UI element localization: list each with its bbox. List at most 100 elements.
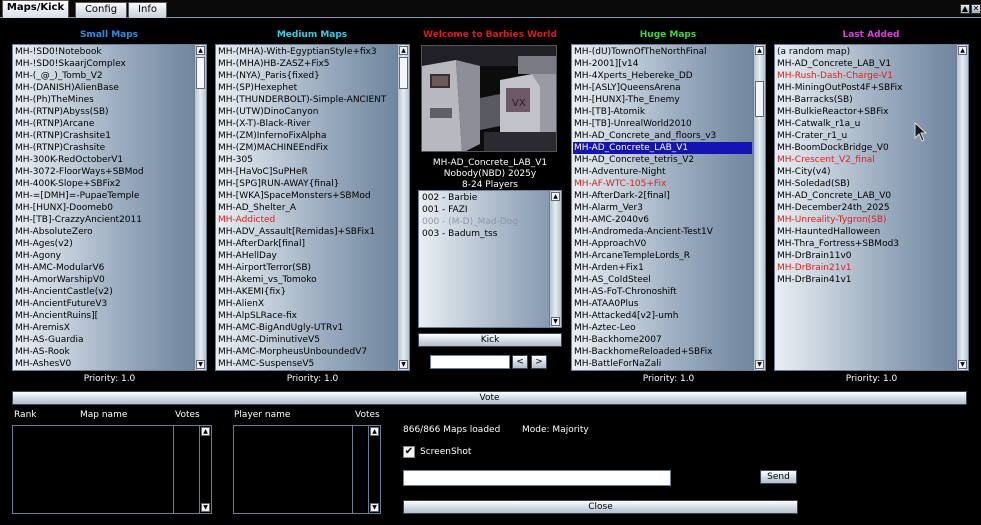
map-list-item[interactable]: MH-2001][v14 [573, 58, 752, 70]
map-list-item[interactable]: MH-AfterDark[final] [217, 238, 396, 250]
map-list-item[interactable]: MH-BackhomeReloaded+SBFix [573, 346, 752, 358]
kick-button[interactable]: Kick [418, 333, 562, 347]
close-button[interactable]: Close [403, 500, 798, 514]
map-list-item[interactable]: MH-[HUNX]-Doomeb0 [14, 202, 193, 214]
scroll-up-icon[interactable]: ▲ [370, 427, 379, 436]
map-list-item[interactable]: MH-=[DMH]=-PupaeTemple [14, 190, 193, 202]
map-list-item[interactable]: MH-AMC-ModularV6 [14, 262, 193, 274]
map-list-item[interactable]: MH-[WKA]SpaceMonsters+SBMod [217, 190, 396, 202]
scroll-up-icon[interactable]: ▲ [196, 46, 205, 55]
scroll-down-icon[interactable]: ▼ [196, 360, 205, 369]
huge-maps-scrollbar[interactable]: ▲ ▼ [753, 45, 765, 370]
scroll-down-icon[interactable]: ▼ [399, 360, 408, 369]
map-list-item[interactable]: MH-DrBrain11v0 [776, 250, 955, 262]
map-list-item[interactable]: MH-[TB]-Atomik [573, 106, 752, 118]
map-list-item[interactable]: MH-Akemi_vs_Tomoko [217, 274, 396, 286]
map-list-item[interactable]: MH-AD_Concrete_LAB_V1 [776, 58, 955, 70]
map-list-item[interactable]: MH-BulkieReactor+SBFix [776, 106, 955, 118]
map-list-item[interactable]: MH-(THUNDERBOLT)-Simple-ANCIENT [217, 94, 396, 106]
scroll-up-icon[interactable]: ▲ [201, 427, 210, 436]
map-list-item[interactable]: MH-Catwalk_r1a_u [776, 118, 955, 130]
map-list-item[interactable]: MH-(Ph)TheMines [14, 94, 193, 106]
map-list-item[interactable]: MH-AirportTerror(SB) [217, 262, 396, 274]
map-list-item[interactable]: MH-City(v4) [776, 166, 955, 178]
small-maps-list[interactable]: MH-!SD0!Notebook MH-!SD0!SkaarjComplex MH-… [12, 44, 207, 371]
map-list-item[interactable]: MH-AD_Concrete_LAB_V1 [573, 142, 752, 154]
player-filter-input[interactable] [430, 355, 510, 369]
map-list-item[interactable]: MH-(ZM)MACHINEEndFix [217, 142, 396, 154]
map-list-item[interactable]: MH-DrBrain21v1 [776, 262, 955, 274]
map-list-item[interactable]: MH-AS_ColdSteel [573, 274, 752, 286]
map-list-item[interactable]: MH-AMC-2040v6 [573, 214, 752, 226]
last-added-scrollbar[interactable]: ▲ ▼ [956, 45, 968, 370]
map-list-item[interactable]: MH-AMC-DiminutiveV5 [217, 334, 396, 346]
map-list-item[interactable]: MH-[HUNX]-The_Enemy [573, 94, 752, 106]
scroll-up-icon[interactable]: ▲ [958, 46, 967, 55]
map-list-item[interactable]: MH-(MHA)-With-EgyptianStyle+fix3 [217, 46, 396, 58]
map-list-item[interactable]: MH-DrBrain41v1 [776, 274, 955, 286]
scroll-down-icon[interactable]: ▼ [551, 317, 560, 326]
map-list-item[interactable]: MH-AbsoluteZero [14, 226, 193, 238]
prev-button[interactable]: < [512, 355, 528, 369]
minimize-icon[interactable]: ▲ [960, 4, 970, 14]
map-list-item[interactable]: MH-(_@_)_Tomb_V2 [14, 70, 193, 82]
scroll-up-icon[interactable]: ▲ [755, 46, 764, 55]
map-list-item[interactable]: MH-Aztec-Leo [573, 322, 752, 334]
small-maps-scrollbar[interactable]: ▲ ▼ [194, 45, 206, 370]
map-list-item[interactable]: MH-Alarm_Ver3 [573, 202, 752, 214]
map-list-item[interactable]: MH-Unreality-Tygron(SB) [776, 214, 955, 226]
map-list-item[interactable]: MH-Rush-Dash-Charge-V1 [776, 70, 955, 82]
scroll-thumb[interactable] [755, 81, 764, 117]
map-list-item[interactable]: MH-AfterDark-2[final] [573, 190, 752, 202]
scroll-up-icon[interactable]: ▲ [399, 46, 408, 55]
player-list-scrollbar[interactable]: ▲ ▼ [549, 191, 561, 327]
map-list-item[interactable]: MH-(DANISH)AlienBase [14, 82, 193, 94]
map-list-item[interactable]: MH-(RTNP)Crashsite1 [14, 130, 193, 142]
map-list-item[interactable]: MH-(X-T)-Black-River [217, 118, 396, 130]
map-list-item[interactable]: MH-(RTNP)Abyss(SB) [14, 106, 193, 118]
vote-button[interactable]: Vote [12, 391, 967, 405]
map-list-item[interactable]: MH-Addicted [217, 214, 396, 226]
close-icon[interactable]: ✕ [971, 4, 981, 14]
map-list-item[interactable]: MH-AS-Rook [14, 346, 193, 358]
map-list-item[interactable]: MH-AD_Concrete_and_floors_v3 [573, 130, 752, 142]
map-list-item[interactable]: MH-AshesV0 [14, 358, 193, 370]
map-list-item[interactable]: MH-Thra_Fortress+SBMod3 [776, 238, 955, 250]
map-list-item[interactable]: MH-BoomDockBridge_V0 [776, 142, 955, 154]
medium-maps-list[interactable]: MH-(MHA)-With-EgyptianStyle+fix3 MH-(MHA)… [215, 44, 410, 371]
map-list-item[interactable]: MH-HauntedHalloween [776, 226, 955, 238]
map-list-item[interactable]: MH-Andromeda-Ancient-Test1V [573, 226, 752, 238]
map-list-item[interactable]: MH-!SD0!SkaarjComplex [14, 58, 193, 70]
map-list-item[interactable]: MH-Soledad(SB) [776, 178, 955, 190]
map-list-item[interactable]: MH-AMC-BigAndUgly-UTRv1 [217, 322, 396, 334]
medium-maps-scrollbar[interactable]: ▲ ▼ [397, 45, 409, 370]
map-list-item[interactable]: MH-ATAA0Plus [573, 298, 752, 310]
player-list-item[interactable]: 002 - Barbie [421, 192, 548, 204]
map-list-item[interactable]: MH-Arden+Fix1 [573, 262, 752, 274]
last-added-list[interactable]: (a random map) MH-AD_Concrete_LAB_V1 MH-Ru… [774, 44, 969, 371]
map-list-item[interactable]: MH-3072-FloorWays+SBMod [14, 166, 193, 178]
map-list-item[interactable]: MH-(dU)TownOfTheNorthFinal [573, 46, 752, 58]
map-list-item[interactable]: MH-AlienX [217, 298, 396, 310]
map-list-item[interactable]: MH-Agony [14, 250, 193, 262]
map-list-item[interactable]: MH-[HaVoC]SuPHeR [217, 166, 396, 178]
map-list-item[interactable]: MH-(SP)Hexephet [217, 82, 396, 94]
scroll-down-icon[interactable]: ▼ [958, 360, 967, 369]
player-votes-scrollbar[interactable]: ▲ ▼ [368, 426, 380, 513]
map-list-item[interactable]: MH-4Xperts_Hebereke_DD [573, 70, 752, 82]
next-button[interactable]: > [531, 355, 547, 369]
map-list-item[interactable]: MH-(MHA)HB-ZASZ+Fix5 [217, 58, 396, 70]
scroll-down-icon[interactable]: ▼ [370, 503, 379, 512]
map-list-item[interactable]: MH-(ZM)InfernoFixAlpha [217, 130, 396, 142]
map-list-item[interactable]: MH-AD_Concrete_tetris_V2 [573, 154, 752, 166]
map-list-item[interactable]: (a random map) [776, 46, 955, 58]
map-list-item[interactable]: MH-Crescent_V2_final [776, 154, 955, 166]
map-list-item[interactable]: MH-ADV_Assault[Remidas]+SBFix1 [217, 226, 396, 238]
map-list-item[interactable]: MH-AlpSLRace-fix [217, 310, 396, 322]
scroll-down-icon[interactable]: ▼ [755, 360, 764, 369]
player-list-item[interactable]: 000 - (M-D)_Mad-Dog [421, 216, 548, 228]
map-list-item[interactable]: MH-400K-Slope+SBFix2 [14, 178, 193, 190]
map-list-item[interactable]: MH-Barracks(SB) [776, 94, 955, 106]
map-list-item[interactable]: MH-305 [217, 154, 396, 166]
map-list-item[interactable]: MH-AS-Guardia [14, 334, 193, 346]
